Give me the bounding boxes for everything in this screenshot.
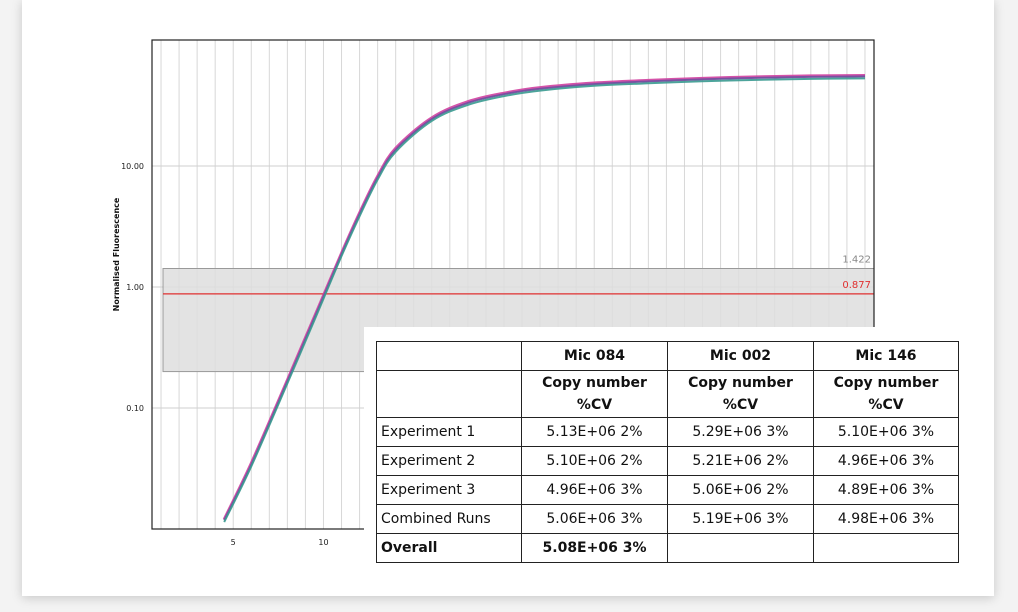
table-cell: 5.08E+06 3%	[521, 533, 668, 563]
y-axis-label: Normalised Fluorescence	[112, 197, 121, 311]
row-label: Experiment 3	[376, 475, 522, 505]
row-label: Overall	[376, 533, 522, 563]
table-row: Experiment 3 4.96E+06 3% 5.06E+06 2% 4.8…	[376, 475, 959, 505]
table-cell: 4.89E+06 3%	[813, 475, 959, 505]
y-tick-label: 1.00	[126, 283, 144, 292]
x-tick-label: 10	[318, 538, 328, 547]
row-label: Combined Runs	[376, 504, 522, 534]
table-cell: 5.10E+06 2%	[521, 446, 668, 476]
table-cell: 5.06E+06 3%	[521, 504, 668, 534]
header-cell-mic-084: Mic 084	[521, 341, 668, 371]
table-cell	[667, 533, 814, 563]
table-row: Experiment 1 5.13E+06 2% 5.29E+06 3% 5.1…	[376, 417, 959, 447]
subheader-cell: Copy number %CV	[521, 370, 668, 418]
table-cell	[813, 533, 959, 563]
x-tick-label: 5	[231, 538, 236, 547]
header-cell	[376, 341, 522, 371]
results-table: Mic 084 Mic 002 Mic 146 Copy number %CV …	[376, 341, 959, 563]
row-label: Experiment 1	[376, 417, 522, 447]
table-cell: 5.21E+06 2%	[667, 446, 814, 476]
table-cell: 4.96E+06 3%	[813, 446, 959, 476]
subheader-cell	[376, 370, 522, 418]
threshold-upper-label: 1.422	[842, 255, 871, 266]
header-cell-mic-002: Mic 002	[667, 341, 814, 371]
subheader-cell: Copy number %CV	[813, 370, 959, 418]
table-cell: 5.10E+06 3%	[813, 417, 959, 447]
table-row-overall: Overall 5.08E+06 3%	[376, 533, 959, 563]
table-row: Combined Runs 5.06E+06 3% 5.19E+06 3% 4.…	[376, 504, 959, 534]
table-cell: 5.13E+06 2%	[521, 417, 668, 447]
threshold-line-label: 0.877	[842, 280, 871, 291]
table-cell: 4.96E+06 3%	[521, 475, 668, 505]
table-cell: 5.06E+06 2%	[667, 475, 814, 505]
table-subheader-row: Copy number %CV Copy number %CV Copy num…	[376, 370, 959, 418]
results-table-panel: Mic 084 Mic 002 Mic 146 Copy number %CV …	[364, 327, 976, 584]
table-cell: 4.98E+06 3%	[813, 504, 959, 534]
y-tick-label: 10.00	[121, 162, 144, 171]
table-cell: 5.29E+06 3%	[667, 417, 814, 447]
table-row: Experiment 2 5.10E+06 2% 5.21E+06 2% 4.9…	[376, 446, 959, 476]
subheader-cell: Copy number %CV	[667, 370, 814, 418]
row-label: Experiment 2	[376, 446, 522, 476]
header-cell-mic-146: Mic 146	[813, 341, 959, 371]
y-tick-label: 0.10	[126, 404, 144, 413]
table-cell: 5.19E+06 3%	[667, 504, 814, 534]
table-header-row: Mic 084 Mic 002 Mic 146	[376, 341, 959, 371]
